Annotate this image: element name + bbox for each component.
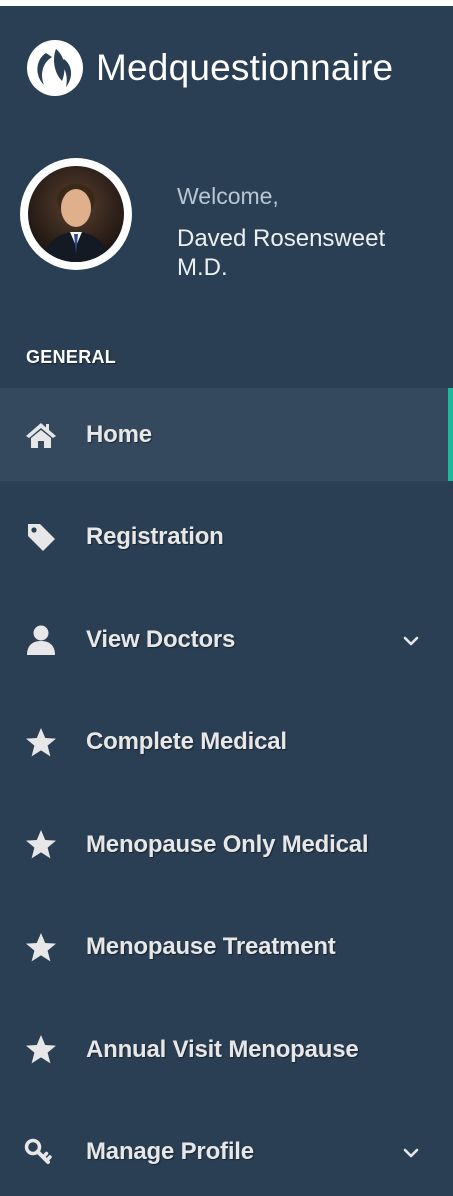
star-icon xyxy=(24,930,58,964)
sidebar-item-label: Complete Medical xyxy=(86,728,287,755)
star-icon xyxy=(24,725,58,759)
tag-icon xyxy=(24,520,58,554)
sidebar-item-menopause-only-medical[interactable]: Menopause Only Medical xyxy=(0,798,453,891)
sidebar-item-label: View Doctors xyxy=(86,625,236,653)
section-label-general: GENERAL xyxy=(26,347,117,367)
user-profile: Welcome, Daved Rosensweet M.D. xyxy=(20,158,417,282)
sidebar-item-label: Manage Profile xyxy=(86,1138,254,1165)
welcome-text: Welcome, xyxy=(177,183,279,209)
sidebar-item-label: Home xyxy=(86,420,152,448)
brand-title: Medquestionnaire xyxy=(96,47,394,88)
avatar[interactable] xyxy=(20,158,132,270)
sidebar-item-label: Annual Visit Menopause xyxy=(86,1035,359,1063)
sidebar-item-label: Registration xyxy=(86,523,224,550)
key-icon xyxy=(24,1135,58,1169)
top-edge xyxy=(0,0,453,6)
sidebar-item-registration[interactable]: Registration xyxy=(0,491,453,584)
sidebar-item-label: Menopause Treatment xyxy=(86,933,336,960)
chevron-down-icon[interactable] xyxy=(403,1146,419,1158)
logo-icon xyxy=(26,39,84,97)
user-name: Daved Rosensweet M.D. xyxy=(177,225,386,281)
avatar-photo xyxy=(28,166,124,262)
sidebar-item-label: Menopause Only Medical xyxy=(86,830,369,858)
chevron-down-icon[interactable] xyxy=(403,634,419,646)
user-icon xyxy=(24,623,58,657)
sidebar-item-manage-profile[interactable]: Manage Profile xyxy=(0,1106,453,1196)
star-icon xyxy=(24,1033,58,1067)
star-icon xyxy=(24,828,58,862)
sidebar-item-menopause-treatment[interactable]: Menopause Treatment xyxy=(0,901,453,994)
home-icon xyxy=(24,418,58,452)
sidebar-item-complete-medical[interactable]: Complete Medical xyxy=(0,696,453,789)
sidebar-menu: Home Registration View Doctors Complete … xyxy=(0,388,453,1196)
sidebar-item-view-doctors[interactable]: View Doctors xyxy=(0,593,453,686)
sidebar-item-annual-visit-menopause[interactable]: Annual Visit Menopause xyxy=(0,1003,453,1096)
brand[interactable]: Medquestionnaire xyxy=(26,40,393,96)
sidebar-item-home[interactable]: Home xyxy=(0,388,453,481)
